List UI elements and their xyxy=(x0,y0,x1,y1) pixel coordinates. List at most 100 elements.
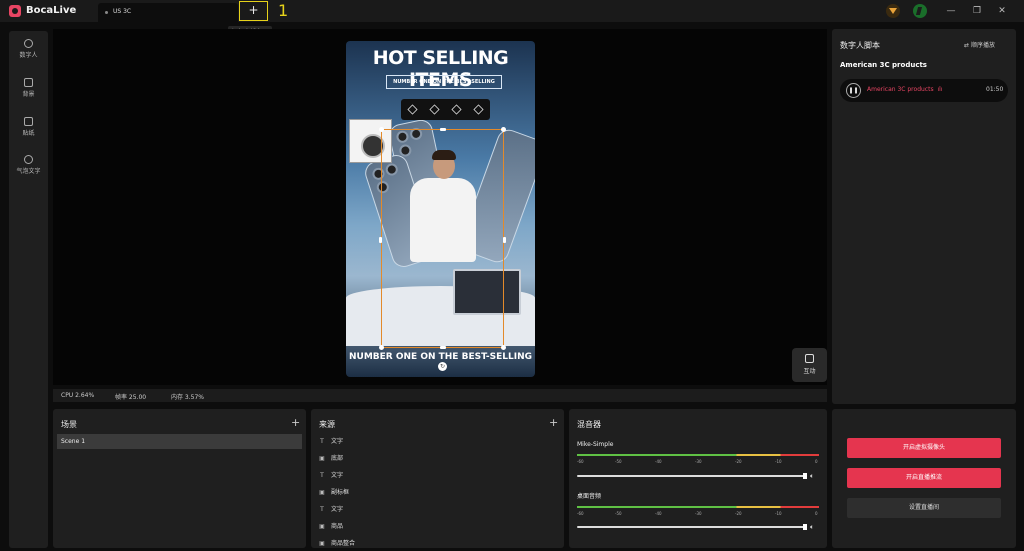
scenes-title: 场景 xyxy=(61,420,77,429)
image-icon: ▣ xyxy=(319,455,325,462)
rotate-handle-icon[interactable]: ↻ xyxy=(438,362,447,371)
left-sidebar: 数字人 背景 贴纸 气泡文字 xyxy=(9,31,48,548)
resize-handle[interactable] xyxy=(501,345,506,350)
tab-us-3c[interactable]: US 3C xyxy=(98,3,238,22)
poster-footer: NUMBER ONE ON THE BEST-SELLING xyxy=(348,352,532,362)
sidebar-item-background[interactable]: 背景 xyxy=(9,78,48,98)
mixer-title: 混音器 xyxy=(577,420,601,429)
text-icon: T xyxy=(320,438,324,445)
loop-icon: ⇄ xyxy=(964,42,971,49)
scale-tick: -50 xyxy=(615,459,622,464)
gem-icon[interactable] xyxy=(886,4,900,18)
source-item[interactable]: ▣ 商品整合 xyxy=(318,536,355,548)
script-item-name-text: American 3C products xyxy=(867,86,934,93)
source-item[interactable]: T 文字 xyxy=(318,468,343,483)
sidebar-item-label: 背景 xyxy=(22,91,35,98)
source-item[interactable]: ▣ 副标框 xyxy=(318,485,349,500)
resize-handle[interactable] xyxy=(440,346,446,349)
close-button[interactable]: ✕ xyxy=(995,4,1009,18)
scene-item[interactable]: Scene 1 xyxy=(57,434,302,449)
live-actions-panel: 开启虚拟摄像头 开启直播推流 设置直播间 xyxy=(832,409,1016,548)
speaker-icon[interactable]: 🔈︎ xyxy=(810,472,819,480)
scale-tick: -20 xyxy=(735,511,742,516)
frame-rate: 帧率 25.00 xyxy=(115,394,147,401)
send-to-back-icon[interactable] xyxy=(473,104,484,115)
start-push-stream-button[interactable]: 开启直播推流 xyxy=(847,468,1001,488)
resize-handle[interactable] xyxy=(503,237,506,243)
status-bar: CPU 2.64% 帧率 25.00 内存 3.57% xyxy=(53,389,827,402)
sidebar-item-bubble-text[interactable]: 气泡文字 xyxy=(9,155,48,175)
add-scene-button[interactable]: + xyxy=(291,416,300,429)
start-virtual-camera-button[interactable]: 开启虚拟摄像头 xyxy=(847,438,1001,458)
image-icon: ▣ xyxy=(319,540,325,547)
meter-scale: -60 -50 -40 -30 -20 -10 0 xyxy=(577,511,819,518)
source-label: 底部 xyxy=(331,455,344,462)
slider-knob[interactable] xyxy=(803,524,807,530)
meter-scale: -60 -50 -40 -30 -20 -10 0 xyxy=(577,459,819,466)
resize-handle[interactable] xyxy=(501,127,506,132)
speaker-icon[interactable]: 🔈︎ xyxy=(810,523,819,531)
source-item[interactable]: ▣ 底部 xyxy=(318,451,343,466)
source-item[interactable]: T 文字 xyxy=(318,502,343,517)
interact-label: 互动 xyxy=(803,368,816,375)
script-heading: American 3C products xyxy=(840,61,927,69)
annotation-marker: 1 xyxy=(278,1,289,20)
pause-icon[interactable]: ❚❚ xyxy=(846,83,861,98)
image-icon: ▣ xyxy=(319,523,325,530)
source-label: 商品 xyxy=(331,523,344,530)
minimize-button[interactable]: — xyxy=(944,4,958,18)
app-title: BocaLive xyxy=(26,5,77,16)
audio-wave-icon: ılı xyxy=(937,86,943,93)
slider-knob[interactable] xyxy=(803,473,807,479)
power-icon[interactable] xyxy=(913,4,927,18)
volume-meter xyxy=(577,506,819,508)
interact-button[interactable]: 互动 xyxy=(792,348,827,382)
scale-tick: -40 xyxy=(655,511,662,516)
source-label: 文字 xyxy=(331,472,344,479)
tab-status-dot xyxy=(105,11,108,14)
volume-slider[interactable] xyxy=(577,524,807,530)
scale-tick: -20 xyxy=(735,459,742,464)
live-room-settings-button[interactable]: 设置直播间 xyxy=(847,498,1001,518)
live-poster[interactable]: HOT SELLING ITEMS NUMBER ONE ON THE BEST… xyxy=(346,41,535,377)
sources-panel: 来源 + T 文字 ▣ 底部 T 文字 ▣ 副标框 T 文字 ▣ 商品 ▣ 商品整合 xyxy=(311,409,564,548)
scale-tick: -60 xyxy=(577,459,584,464)
layer-toolbar xyxy=(401,99,490,120)
resize-handle[interactable] xyxy=(379,127,384,132)
scale-tick: 0 xyxy=(815,511,818,516)
source-item[interactable]: ▣ 商品 xyxy=(318,519,343,534)
bring-to-front-icon[interactable] xyxy=(407,104,418,115)
sidebar-item-sticker[interactable]: 贴纸 xyxy=(9,117,48,137)
selection-box[interactable] xyxy=(379,127,506,350)
restore-button[interactable]: ❐ xyxy=(970,4,984,18)
logo-icon xyxy=(9,5,21,17)
add-tab-button[interactable]: + xyxy=(239,1,268,21)
sidebar-item-label: 贴纸 xyxy=(22,130,35,137)
image-icon: ▣ xyxy=(319,489,325,496)
source-item[interactable]: T 文字 xyxy=(318,434,343,449)
resize-handle[interactable] xyxy=(379,345,384,350)
sidebar-item-label: 气泡文字 xyxy=(16,168,41,175)
title-bar: BocaLive US 3C + 1 — ❐ ✕ xyxy=(0,0,1024,22)
play-order-label: 顺序播放 xyxy=(970,42,995,49)
cpu-usage: CPU 2.64% xyxy=(61,392,95,399)
resize-handle[interactable] xyxy=(379,237,382,243)
scale-tick: -30 xyxy=(695,459,702,464)
memory-usage: 内存 3.57% xyxy=(171,394,204,401)
add-source-button[interactable]: + xyxy=(549,416,558,429)
text-icon: T xyxy=(320,472,324,479)
source-label: 副标框 xyxy=(331,489,350,496)
bring-forward-icon[interactable] xyxy=(429,104,440,115)
sidebar-item-digital-human[interactable]: 数字人 xyxy=(9,39,48,59)
play-order-toggle[interactable]: ⇄ 顺序播放 xyxy=(964,40,995,49)
script-item-name: American 3C products ılı xyxy=(867,86,943,93)
volume-slider[interactable] xyxy=(577,473,807,479)
scenes-panel: 场景 + Scene 1 xyxy=(53,409,306,548)
resize-handle[interactable] xyxy=(440,128,446,131)
tab-label: US 3C xyxy=(113,8,132,15)
send-backward-icon[interactable] xyxy=(451,104,462,115)
poster-subtitle: NUMBER ONE ON THE BEST-SELLING xyxy=(386,75,502,89)
scale-tick: -10 xyxy=(775,459,782,464)
script-item[interactable]: ❚❚ American 3C products ılı 01:50 xyxy=(840,79,1008,102)
scale-tick: -10 xyxy=(775,511,782,516)
